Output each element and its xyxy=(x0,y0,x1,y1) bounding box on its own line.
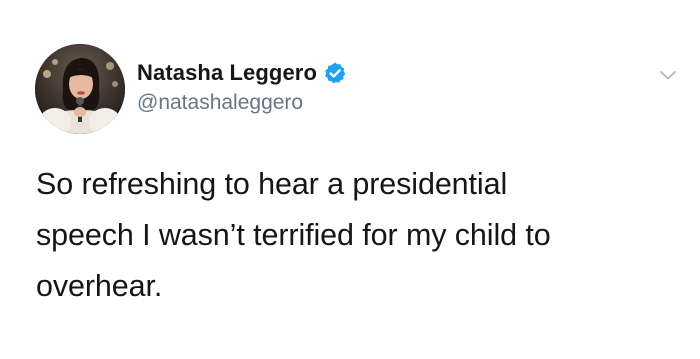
name-row: Natasha Leggero xyxy=(137,58,347,88)
avatar[interactable] xyxy=(35,44,125,134)
verified-badge-icon xyxy=(323,61,347,85)
author-display-name[interactable]: Natasha Leggero xyxy=(137,60,317,86)
tweet-card: Natasha Leggero @natashaleggero So refre… xyxy=(0,0,700,359)
author-handle[interactable]: @natashaleggero xyxy=(137,91,347,115)
tweet-text: So refreshing to hear a presidential spe… xyxy=(36,167,551,303)
author-block[interactable]: Natasha Leggero @natashaleggero xyxy=(137,58,347,115)
chevron-down-icon[interactable] xyxy=(658,65,678,85)
avatar-image xyxy=(35,44,125,134)
